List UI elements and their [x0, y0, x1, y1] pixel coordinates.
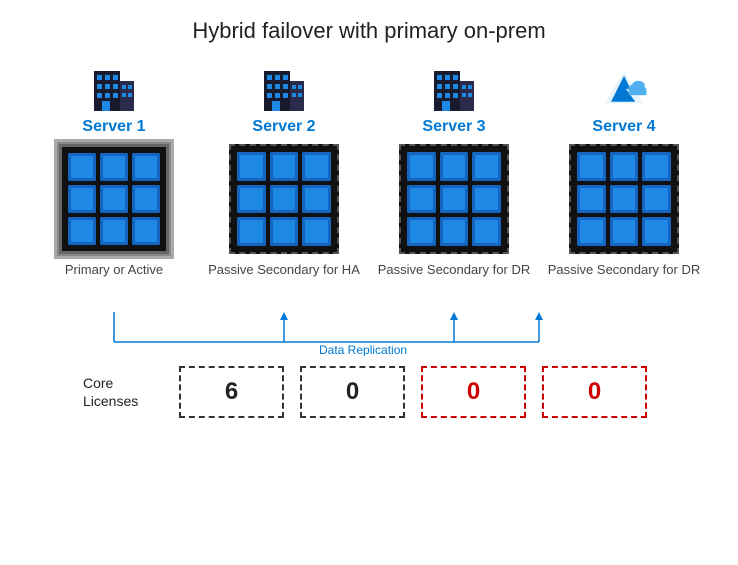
chip [302, 152, 331, 181]
server3-license-value: 0 [467, 378, 480, 406]
chip [472, 152, 501, 181]
chip [68, 217, 96, 245]
server3-license-box: 0 [421, 366, 526, 418]
licenses-label: Core Licenses [83, 374, 163, 410]
server3-icon [430, 62, 478, 114]
chip [577, 152, 606, 181]
chip [237, 185, 266, 214]
server4-desc: Passive Secondary for DR [548, 262, 700, 312]
server-col-3: Server 3 Passive Secondary for DR [369, 62, 539, 312]
chip [68, 185, 96, 213]
chip [472, 217, 501, 246]
chip [440, 217, 469, 246]
server1-desc: Primary or Active [65, 262, 163, 312]
chip [440, 185, 469, 214]
svg-text:Data Replication: Data Replication [319, 343, 407, 356]
server-col-2: Server 2 Passive Secondary for HA [199, 62, 369, 312]
core-text: Core [83, 375, 113, 391]
chip [610, 217, 639, 246]
server4-cloud-icon [600, 62, 648, 114]
arrows-row: Data Replication [20, 312, 718, 356]
chip [132, 185, 160, 213]
replication-arrows: Data Replication [29, 312, 709, 356]
server1-cpu-box [59, 144, 169, 254]
chip [270, 152, 299, 181]
chip [610, 152, 639, 181]
chip [440, 152, 469, 181]
chip [132, 153, 160, 181]
chip [610, 185, 639, 214]
server1-icon [90, 62, 138, 114]
server2-icon [260, 62, 308, 114]
servers-row: Server 1 Primary or Active [20, 62, 718, 312]
chip [642, 152, 671, 181]
server3-label: Server 3 [422, 118, 485, 136]
server1-label: Server 1 [82, 118, 145, 136]
server3-cpu-box [399, 144, 509, 254]
chip [577, 185, 606, 214]
chip [407, 185, 436, 214]
server1-license-box: 6 [179, 366, 284, 418]
server2-label: Server 2 [252, 118, 315, 136]
server3-desc: Passive Secondary for DR [378, 262, 530, 312]
chip [100, 185, 128, 213]
server2-desc: Passive Secondary for HA [208, 262, 360, 312]
server-col-4: Server 4 Passive Secondary for DR [539, 62, 709, 312]
chip [132, 217, 160, 245]
chip [68, 153, 96, 181]
server2-license-box: 0 [300, 366, 405, 418]
chip [302, 217, 331, 246]
arrows-container: Data Replication [29, 312, 709, 356]
chip [407, 152, 436, 181]
chip [270, 185, 299, 214]
chip [237, 152, 266, 181]
chip [302, 185, 331, 214]
chip [100, 153, 128, 181]
chip [642, 217, 671, 246]
server4-license-value: 0 [588, 378, 601, 406]
chip [472, 185, 501, 214]
chip [100, 217, 128, 245]
chip [237, 217, 266, 246]
page: Hybrid failover with primary on-prem [0, 0, 738, 565]
licenses-row: Core Licenses 6 0 0 0 [20, 366, 718, 418]
chip [407, 217, 436, 246]
server2-cpu-box [229, 144, 339, 254]
chip [270, 217, 299, 246]
server4-license-box: 0 [542, 366, 647, 418]
server4-cpu-box [569, 144, 679, 254]
server2-license-value: 0 [346, 378, 359, 406]
server4-label: Server 4 [592, 118, 655, 136]
page-title: Hybrid failover with primary on-prem [192, 18, 545, 44]
chip [577, 217, 606, 246]
server-col-1: Server 1 Primary or Active [29, 62, 199, 312]
chip [642, 185, 671, 214]
licenses-text: Licenses [83, 393, 138, 409]
server1-license-value: 6 [225, 378, 238, 406]
